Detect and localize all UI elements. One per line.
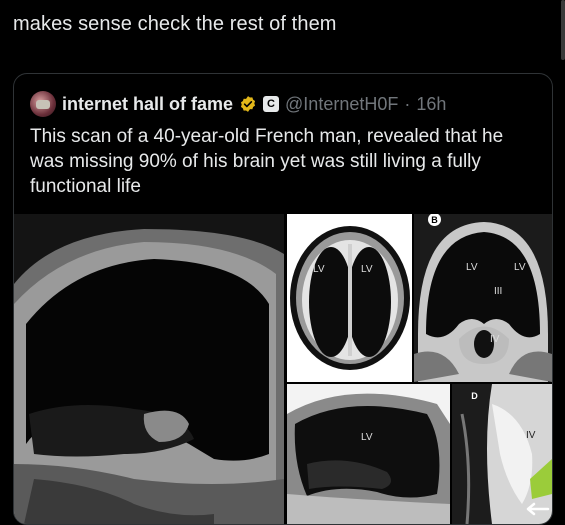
- reply-text: makes sense check the rest of them: [13, 13, 337, 35]
- label-iv-1: IV: [490, 334, 500, 345]
- scan-axial-image: [287, 214, 412, 382]
- panel-letter-d: D: [471, 390, 478, 401]
- quoted-post-text: This scan of a 40-year-old French man, r…: [30, 126, 504, 197]
- scrollbar-thumb[interactable]: [561, 0, 565, 60]
- label-iii: III: [494, 286, 503, 297]
- scan-coronal-image: [414, 214, 552, 382]
- verified-badge-icon: [240, 96, 256, 112]
- scan-sagittal-small-image: [287, 384, 450, 524]
- label-lv-2: LV: [361, 264, 373, 275]
- quoted-post-header: internet hall of fame C @InternetH0F · 1…: [30, 90, 446, 118]
- post-time[interactable]: 16h: [416, 94, 446, 115]
- label-lv-4: LV: [514, 262, 526, 273]
- label-lv-1: LV: [313, 264, 325, 275]
- separator-dot: ·: [404, 93, 411, 114]
- affiliate-badge-icon: C: [263, 96, 280, 112]
- quoted-post[interactable]: internet hall of fame C @InternetH0F · 1…: [13, 73, 553, 525]
- scan-midline[interactable]: D IV: [452, 384, 552, 524]
- scan-axial[interactable]: LV LV: [287, 214, 412, 382]
- label-lv-3: LV: [466, 262, 478, 273]
- label-iv-2: IV: [526, 430, 536, 441]
- scan-coronal[interactable]: B LV LV III IV: [414, 214, 552, 382]
- scan-sagittal-small[interactable]: LV: [287, 384, 450, 524]
- scan-sagittal-large[interactable]: [14, 214, 284, 524]
- author-handle[interactable]: @InternetH0F: [285, 94, 398, 115]
- author-name[interactable]: internet hall of fame: [62, 94, 233, 115]
- label-lv-5: LV: [361, 432, 373, 443]
- media-grid[interactable]: LV LV B LV LV III IV LV D IV: [14, 214, 552, 524]
- avatar[interactable]: [30, 91, 56, 117]
- scan-sagittal-large-image: [14, 214, 284, 524]
- arrow-left-icon: [526, 502, 550, 516]
